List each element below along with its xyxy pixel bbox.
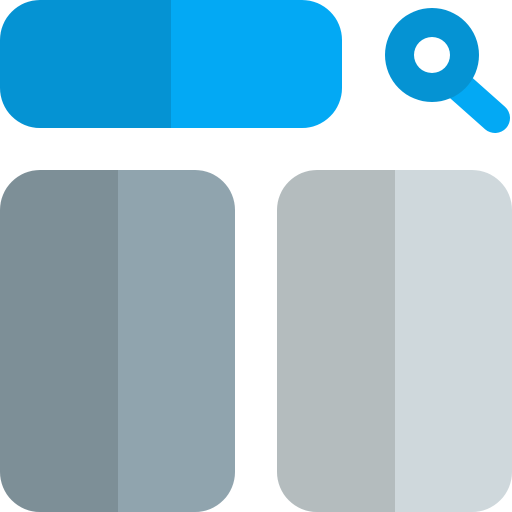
layout-panel-left <box>0 170 235 512</box>
panel-left-light <box>118 170 235 512</box>
panel-right-light <box>395 170 512 512</box>
icon-canvas <box>0 0 512 512</box>
search-bar <box>0 0 342 128</box>
search-layout-icon <box>0 0 512 512</box>
magnifier-icon <box>385 8 510 133</box>
search-bar-right-half <box>171 0 342 128</box>
search-bar-left-half <box>0 0 171 128</box>
panel-right-shade <box>277 170 395 512</box>
magnifier-lens <box>414 37 450 73</box>
layout-panel-right <box>277 170 512 512</box>
panel-left-shade <box>0 170 118 512</box>
